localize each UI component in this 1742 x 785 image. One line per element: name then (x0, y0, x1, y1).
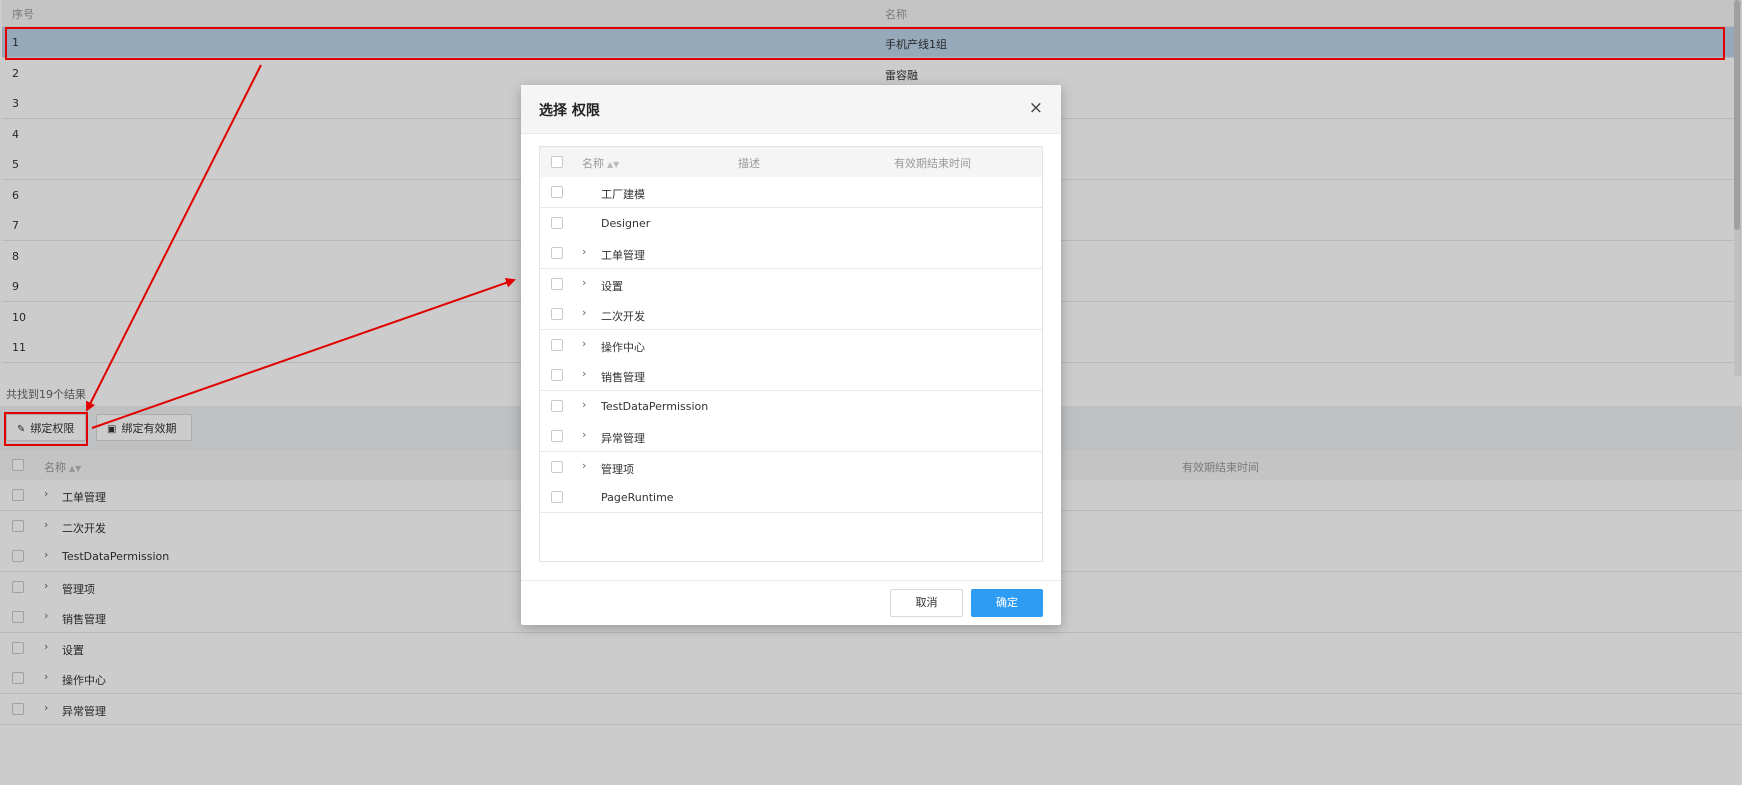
row-checkbox[interactable] (551, 277, 563, 290)
dialog-header: 选择 权限 × (521, 85, 1061, 134)
chevron-right-icon[interactable]: › (582, 245, 586, 258)
column-header-end-time: 有效期结束时间 (894, 157, 971, 170)
permission-name: 管理项 (601, 462, 634, 476)
permission-name: PageRuntime (601, 491, 674, 504)
permission-name: 二次开发 (601, 310, 645, 323)
row-checkbox[interactable] (551, 491, 563, 503)
chevron-right-icon[interactable]: › (582, 428, 586, 441)
permission-name: 操作中心 (601, 340, 645, 354)
confirm-button[interactable]: 确定 (971, 589, 1043, 617)
permission-name: Designer (601, 216, 651, 230)
permission-name: TestDataPermission (601, 399, 709, 413)
annotation-highlight-bind-button (4, 412, 88, 446)
row-checkbox[interactable] (551, 460, 563, 473)
row-checkbox[interactable] (551, 399, 563, 412)
dialog-title: 选择 权限 (539, 103, 600, 119)
row-checkbox[interactable] (551, 186, 563, 198)
column-header-desc: 描述 (738, 157, 760, 170)
chevron-right-icon[interactable]: › (582, 337, 586, 350)
permission-table-header: 名称 ▲▼ 描述 有效期结束时间 (540, 147, 1042, 178)
sort-icon[interactable]: ▲▼ (607, 160, 619, 169)
row-checkbox[interactable] (551, 308, 563, 320)
permission-row[interactable]: 工厂建模 (540, 177, 1042, 208)
permission-name: 工厂建模 (601, 188, 645, 201)
permission-row[interactable]: Designer (540, 207, 1042, 239)
permission-table: 名称 ▲▼ 描述 有效期结束时间 工厂建模 Designer › 工单管理 › 设置 › 二次开… (539, 146, 1043, 562)
column-header-name: 名称 ▲▼ (582, 155, 619, 171)
permission-row[interactable]: › 销售管理 (540, 360, 1042, 391)
row-checkbox[interactable] (551, 338, 563, 351)
select-permission-dialog: 选择 权限 × 名称 ▲▼ 描述 有效期结束时间 工厂建模 Designer › 工单管… (521, 85, 1061, 625)
permission-name: 销售管理 (601, 371, 645, 384)
close-icon[interactable]: × (1029, 98, 1043, 118)
permission-row[interactable]: › TestDataPermission (540, 390, 1042, 422)
chevron-right-icon[interactable]: › (582, 459, 586, 472)
permission-row[interactable]: › 工单管理 (540, 238, 1042, 269)
row-checkbox[interactable] (551, 430, 563, 442)
chevron-right-icon[interactable]: › (582, 367, 586, 380)
dialog-footer: 取消 确定 (521, 580, 1061, 626)
chevron-right-icon[interactable]: › (582, 398, 586, 411)
permission-row[interactable]: › 操作中心 (540, 329, 1042, 361)
column-header-name-label: 名称 (582, 157, 604, 170)
permission-row[interactable]: › 设置 (540, 268, 1042, 300)
permission-name: 设置 (601, 279, 623, 293)
chevron-right-icon[interactable]: › (582, 306, 586, 319)
row-checkbox[interactable] (551, 247, 563, 259)
chevron-right-icon[interactable]: › (582, 276, 586, 289)
select-all-checkbox[interactable] (551, 156, 563, 168)
permission-row[interactable]: › 二次开发 (540, 299, 1042, 330)
row-checkbox[interactable] (551, 216, 563, 229)
cancel-button[interactable]: 取消 (890, 589, 963, 617)
permission-name: 异常管理 (601, 432, 645, 445)
permission-row[interactable]: › 管理项 (540, 451, 1042, 483)
annotation-highlight-selected-row (5, 27, 1725, 60)
permission-name: 工单管理 (601, 249, 645, 262)
row-checkbox[interactable] (551, 369, 563, 381)
permission-row[interactable]: › 异常管理 (540, 421, 1042, 452)
permission-row[interactable]: PageRuntime (540, 482, 1042, 513)
